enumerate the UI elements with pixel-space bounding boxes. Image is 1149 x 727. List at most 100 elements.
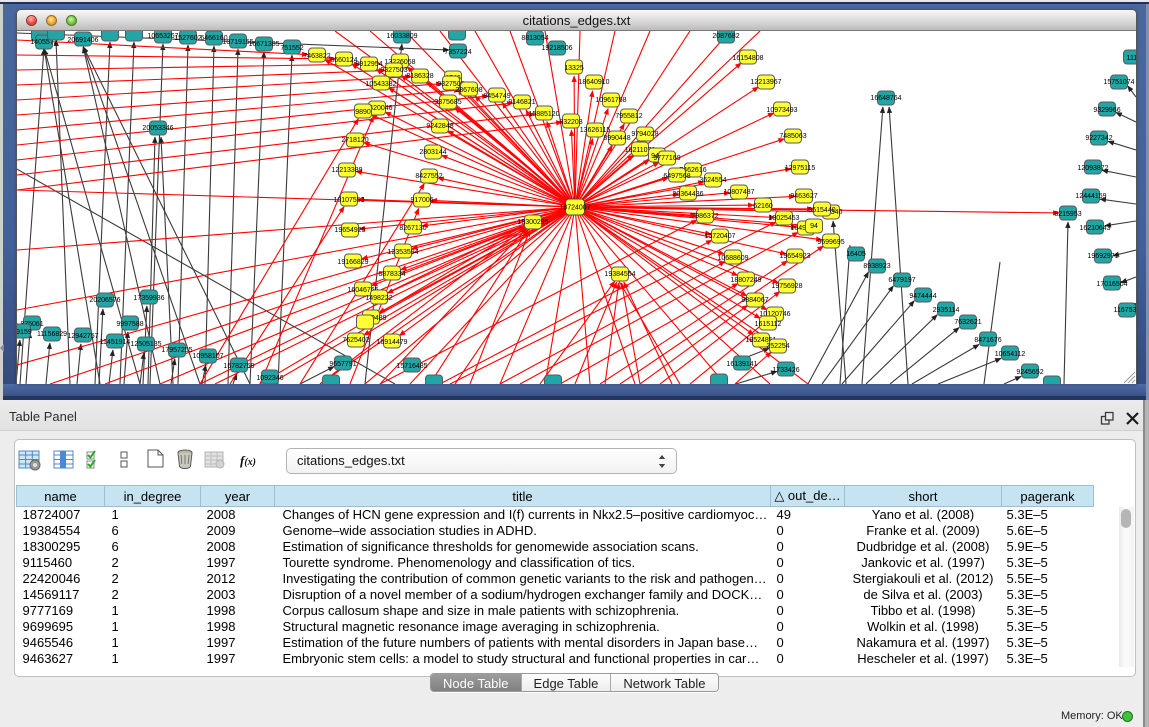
svg-text:2803144: 2803144 <box>419 149 446 156</box>
svg-text:1092346: 1092346 <box>256 375 283 382</box>
svg-text:9474444: 9474444 <box>909 293 936 300</box>
svg-text:16154808: 16154808 <box>732 55 763 62</box>
svg-text:8912954: 8912954 <box>355 61 382 68</box>
svg-text:12505135: 12505135 <box>130 341 161 348</box>
svg-text:10958107: 10958107 <box>192 353 223 360</box>
svg-text:20364436: 20364436 <box>672 191 703 198</box>
svg-text:1527602: 1527602 <box>174 35 201 42</box>
svg-text:2718120: 2718120 <box>341 137 368 144</box>
svg-text:832203: 832203 <box>559 119 582 126</box>
svg-text:18807249: 18807249 <box>730 277 761 284</box>
svg-text:19384554: 19384554 <box>604 271 635 278</box>
svg-text:10543382: 10543382 <box>365 81 396 88</box>
svg-text:8186328: 8186328 <box>406 73 433 80</box>
svg-text:8427552: 8427552 <box>415 173 442 180</box>
svg-text:6497568: 6497568 <box>663 173 690 180</box>
svg-text:17957255: 17957255 <box>161 347 192 354</box>
svg-text:16210643: 16210643 <box>1079 225 1110 232</box>
svg-text:94: 94 <box>810 223 818 230</box>
svg-text:252254: 252254 <box>766 343 789 350</box>
svg-text:7485063: 7485063 <box>779 133 806 140</box>
svg-text:9329966: 9329966 <box>1093 107 1120 114</box>
svg-text:917006: 917006 <box>410 197 433 204</box>
svg-text:9699695: 9699695 <box>817 239 844 246</box>
svg-text:1615112: 1615112 <box>755 321 782 328</box>
svg-text:16671385: 16671385 <box>248 41 279 48</box>
svg-text:12353594: 12353594 <box>387 249 418 256</box>
svg-text:3624554: 3624554 <box>699 177 726 184</box>
svg-text:18300295: 18300295 <box>517 219 548 226</box>
svg-text:11156829: 11156829 <box>37 331 67 338</box>
svg-text:9327503: 9327503 <box>380 67 407 74</box>
svg-text:19654925: 19654925 <box>334 227 365 234</box>
svg-text:8660124: 8660124 <box>330 57 357 64</box>
svg-text:16405: 16405 <box>846 251 866 258</box>
svg-text:10807487: 10807487 <box>723 189 754 196</box>
svg-text:9884067: 9884067 <box>741 297 768 304</box>
svg-text:16033809: 16033809 <box>386 33 417 40</box>
svg-text:17359936: 17359936 <box>133 295 164 302</box>
svg-text:20206576: 20206576 <box>89 297 120 304</box>
svg-text:9794028: 9794028 <box>631 131 658 138</box>
svg-text:9242848: 9242848 <box>426 123 453 130</box>
svg-text:8267130: 8267130 <box>399 225 426 232</box>
svg-text:15720407: 15720407 <box>704 233 735 240</box>
svg-text:6479197: 6479197 <box>888 277 915 284</box>
svg-text:16914479: 16914479 <box>376 339 407 346</box>
svg-text:10973493: 10973493 <box>766 107 797 114</box>
svg-text:12444159: 12444159 <box>1075 193 1106 200</box>
svg-text:12213967: 12213967 <box>750 79 781 86</box>
svg-text:8878334: 8878334 <box>378 271 405 278</box>
svg-text:20691406: 20691406 <box>67 37 98 44</box>
svg-text:12093872: 12093872 <box>1077 165 1108 172</box>
svg-text:39159: 39159 <box>17 329 32 336</box>
svg-text:751552: 751552 <box>280 45 303 52</box>
svg-text:13626115: 13626115 <box>580 127 611 134</box>
svg-text:1167533: 1167533 <box>1114 307 1136 314</box>
svg-text:7632621: 7632621 <box>954 319 981 326</box>
svg-text:8990448: 8990448 <box>603 135 630 142</box>
svg-text:7955812: 7955812 <box>615 113 642 120</box>
svg-text:7625402: 7625402 <box>342 337 369 344</box>
svg-text:16139141: 16139141 <box>726 361 757 368</box>
svg-text:111: 111 <box>1127 55 1136 62</box>
svg-text:2867608: 2867608 <box>455 87 482 94</box>
svg-text:8215953: 8215953 <box>1054 211 1081 218</box>
svg-text:8938923: 8938923 <box>863 263 890 270</box>
svg-text:15716485: 15716485 <box>396 363 427 370</box>
svg-text:15885120: 15885120 <box>528 111 559 118</box>
svg-text:9777169: 9777169 <box>653 155 680 162</box>
svg-text:19692971: 19692971 <box>1087 253 1118 260</box>
svg-text:9657791: 9657791 <box>329 361 356 368</box>
svg-text:20053346: 20053346 <box>142 125 173 132</box>
svg-text:10688609: 10688609 <box>717 255 748 262</box>
svg-text:11451914: 11451914 <box>100 339 131 346</box>
svg-text:8813054: 8813054 <box>521 35 548 42</box>
svg-text:9245652: 9245652 <box>1016 369 1043 376</box>
svg-text:9227342: 9227342 <box>1085 135 1112 142</box>
svg-text:8471676: 8471676 <box>974 337 1001 344</box>
svg-text:f(x): f(x) <box>240 453 256 468</box>
svg-text:12213389: 12213389 <box>331 167 362 174</box>
svg-text:19756928: 19756928 <box>771 283 802 290</box>
svg-text:10025453: 10025453 <box>768 215 799 222</box>
svg-text:7357224: 7357224 <box>444 49 471 56</box>
svg-text:12942757: 12942757 <box>67 333 98 340</box>
svg-text:3375685: 3375685 <box>434 99 461 106</box>
svg-text:19218506: 19218506 <box>541 45 572 52</box>
svg-text:9146821: 9146821 <box>508 99 535 106</box>
svg-text:10654112: 10654112 <box>995 351 1026 358</box>
svg-text:7463822: 7463822 <box>303 53 330 60</box>
svg-text:9515440: 9515440 <box>808 207 835 214</box>
svg-text:2087682: 2087682 <box>712 33 739 40</box>
svg-text:13325: 13325 <box>564 65 584 72</box>
svg-text:16648764: 16648764 <box>870 95 901 102</box>
svg-text:18724007: 18724007 <box>559 205 590 212</box>
svg-text:12975115: 12975115 <box>785 165 816 172</box>
svg-text:7986372: 7986372 <box>691 213 718 220</box>
svg-text:15751074: 15751074 <box>1103 79 1134 86</box>
svg-text:10107553: 10107553 <box>333 197 364 204</box>
svg-text:19654923: 19654923 <box>779 253 810 260</box>
svg-text:8454749: 8454749 <box>483 93 510 100</box>
svg-text:1733426: 1733426 <box>772 367 799 374</box>
